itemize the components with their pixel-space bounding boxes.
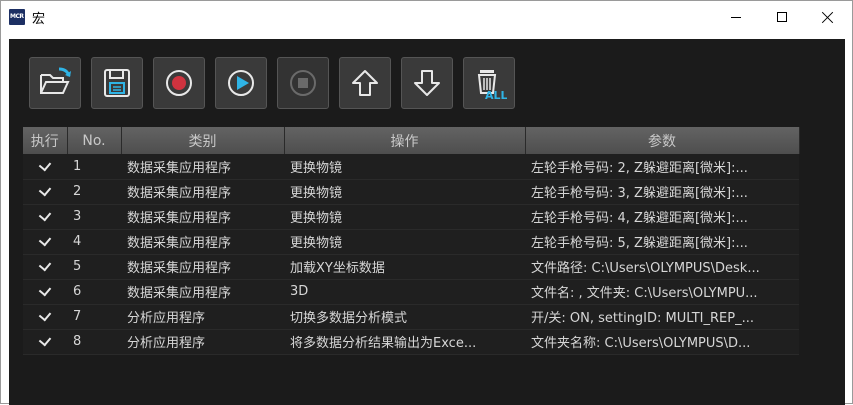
macro-window: MCR 宏 ALL 执行 No. 类别 操作 参数 1 数据采集应用程序 更换物… xyxy=(0,0,853,405)
row-operation: 更换物镜 xyxy=(284,179,525,205)
row-params: 文件路径: C:\Users\OLYMPUS\Desk... xyxy=(525,254,799,280)
close-icon xyxy=(822,11,834,23)
exec-checkbox[interactable] xyxy=(23,304,67,330)
checkmark-icon xyxy=(38,283,52,297)
row-no: 5 xyxy=(67,254,121,280)
table-row[interactable]: 2 数据采集应用程序 更换物镜 左轮手枪号码: 3, Z躲避距离[微米]:... xyxy=(23,179,799,205)
checkmark-icon xyxy=(38,333,52,347)
exec-checkbox[interactable] xyxy=(23,329,67,355)
window-title: 宏 xyxy=(32,12,46,27)
row-category: 分析应用程序 xyxy=(121,304,284,330)
play-button[interactable] xyxy=(215,57,267,109)
row-params: 左轮手枪号码: 3, Z躲避距离[微米]:... xyxy=(525,179,799,205)
maximize-button[interactable] xyxy=(759,1,805,33)
stop-icon xyxy=(290,70,316,96)
arrow-down-icon xyxy=(414,70,440,96)
row-category: 数据采集应用程序 xyxy=(121,229,284,255)
exec-checkbox[interactable] xyxy=(23,254,67,280)
row-no: 4 xyxy=(67,229,121,255)
row-category: 数据采集应用程序 xyxy=(121,204,284,230)
row-operation: 将多数据分析结果输出为Exce... xyxy=(284,329,525,355)
table-row[interactable]: 6 数据采集应用程序 3D 文件名: , 文件夹: C:\Users\OLYMPU..… xyxy=(23,279,799,305)
checkmark-icon xyxy=(38,158,52,172)
delete-all-label: ALL xyxy=(485,89,507,101)
checkmark-icon xyxy=(38,258,52,272)
header-category[interactable]: 类别 xyxy=(121,127,285,154)
row-params: 左轮手枪号码: 2, Z躲避距离[微米]:... xyxy=(525,154,799,180)
table-row[interactable]: 8 分析应用程序 将多数据分析结果输出为Exce... 文件夹名称: C:\Users… xyxy=(23,329,799,355)
trash-all-icon: ALL xyxy=(477,70,507,101)
table-row[interactable]: 7 分析应用程序 切换多数据分析模式 开/关: ON, settingID: MULT… xyxy=(23,304,799,330)
row-operation: 切换多数据分析模式 xyxy=(284,304,525,330)
row-no: 8 xyxy=(67,329,121,355)
row-no: 1 xyxy=(67,154,121,180)
arrow-up-icon xyxy=(352,70,378,96)
row-params: 左轮手枪号码: 4, Z躲避距离[微米]:... xyxy=(525,204,799,230)
exec-checkbox[interactable] xyxy=(23,179,67,205)
record-icon xyxy=(166,70,192,96)
checkmark-icon xyxy=(38,233,52,247)
minimize-icon xyxy=(731,16,741,18)
save-macro-button[interactable] xyxy=(91,57,143,109)
move-up-button[interactable] xyxy=(339,57,391,109)
row-category: 数据采集应用程序 xyxy=(121,254,284,280)
row-operation: 更换物镜 xyxy=(284,204,525,230)
row-params: 开/关: ON, settingID: MULTI_REP_... xyxy=(525,304,799,330)
maximize-icon xyxy=(777,12,787,22)
row-operation: 3D xyxy=(284,279,525,305)
row-params: 左轮手枪号码: 5, Z躲避距离[微米]:... xyxy=(525,229,799,255)
exec-checkbox[interactable] xyxy=(23,279,67,305)
macro-table: 执行 No. 类别 操作 参数 1 数据采集应用程序 更换物镜 左轮手枪号码: 2, … xyxy=(23,127,800,355)
checkmark-icon xyxy=(38,208,52,222)
exec-checkbox[interactable] xyxy=(23,204,67,230)
row-category: 数据采集应用程序 xyxy=(121,179,284,205)
checkmark-icon xyxy=(38,183,52,197)
exec-checkbox[interactable] xyxy=(23,154,67,180)
open-macro-button[interactable] xyxy=(29,57,81,109)
table-row[interactable]: 3 数据采集应用程序 更换物镜 左轮手枪号码: 4, Z躲避距离[微米]:... xyxy=(23,204,799,230)
folder-open-icon xyxy=(40,67,71,94)
macro-panel: ALL 执行 No. 类别 操作 参数 1 数据采集应用程序 更换物镜 左轮手枪… xyxy=(9,39,845,405)
minimize-button[interactable] xyxy=(713,1,759,33)
row-operation: 更换物镜 xyxy=(284,229,525,255)
row-category: 分析应用程序 xyxy=(121,329,284,355)
table-row[interactable]: 5 数据采集应用程序 加载XY坐标数据 文件路径: C:\Users\OLYMPUS\… xyxy=(23,254,799,280)
play-icon xyxy=(228,70,254,96)
record-button[interactable] xyxy=(153,57,205,109)
row-category: 数据采集应用程序 xyxy=(121,154,284,180)
checkmark-icon xyxy=(38,308,52,322)
app-icon: MCR xyxy=(9,9,25,25)
title-bar[interactable]: MCR 宏 xyxy=(1,1,852,33)
move-down-button[interactable] xyxy=(401,57,453,109)
row-operation: 更换物镜 xyxy=(284,154,525,180)
row-category: 数据采集应用程序 xyxy=(121,279,284,305)
row-params: 文件名: , 文件夹: C:\Users\OLYMPU... xyxy=(525,279,799,305)
table-row[interactable]: 4 数据采集应用程序 更换物镜 左轮手枪号码: 5, Z躲避距离[微米]:... xyxy=(23,229,799,255)
stop-button[interactable] xyxy=(277,57,329,109)
row-params: 文件夹名称: C:\Users\OLYMPUS\D... xyxy=(525,329,799,355)
save-icon xyxy=(104,69,130,97)
close-button[interactable] xyxy=(805,1,851,33)
header-operation[interactable]: 操作 xyxy=(284,127,526,154)
row-no: 6 xyxy=(67,279,121,305)
delete-all-button[interactable]: ALL xyxy=(463,57,515,109)
header-exec[interactable]: 执行 xyxy=(23,127,68,154)
table-row[interactable]: 1 数据采集应用程序 更换物镜 左轮手枪号码: 2, Z躲避距离[微米]:... xyxy=(23,154,799,180)
row-no: 2 xyxy=(67,179,121,205)
row-no: 7 xyxy=(67,304,121,330)
row-operation: 加载XY坐标数据 xyxy=(284,254,525,280)
exec-checkbox[interactable] xyxy=(23,229,67,255)
row-no: 3 xyxy=(67,204,121,230)
table-header: 执行 No. 类别 操作 参数 xyxy=(23,127,800,154)
header-params[interactable]: 参数 xyxy=(525,127,800,154)
header-no[interactable]: No. xyxy=(67,127,122,154)
